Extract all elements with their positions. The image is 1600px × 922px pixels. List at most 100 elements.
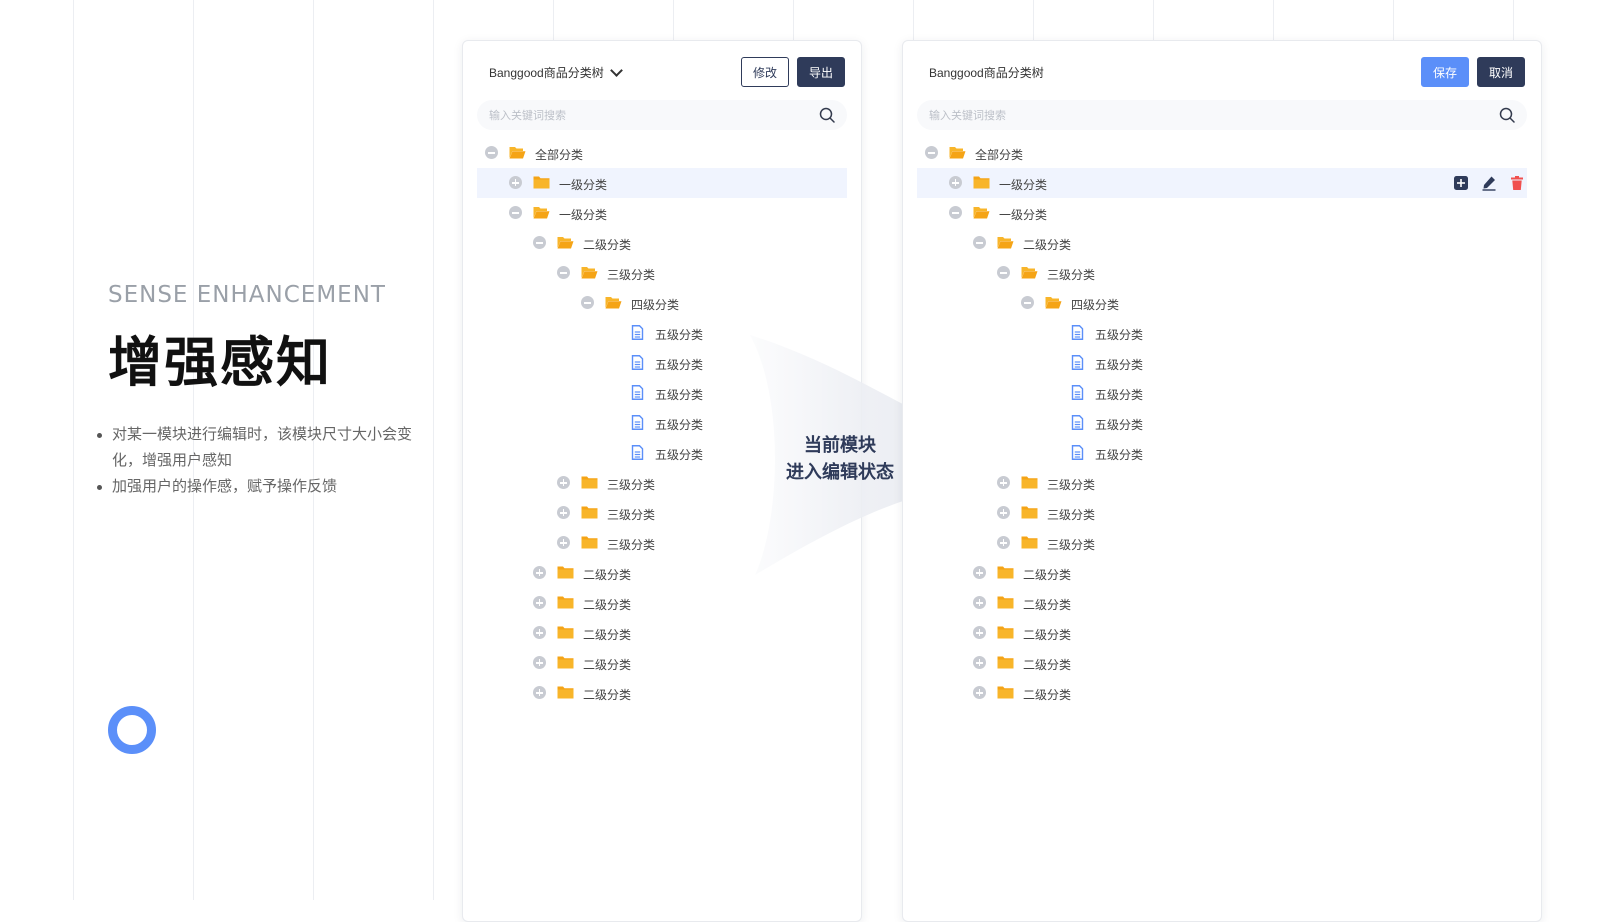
file-icon: [1069, 385, 1086, 400]
tree-row[interactable]: 一级分类: [917, 168, 1527, 198]
expand-icon[interactable]: [533, 686, 546, 699]
tree-row[interactable]: 一级分类: [917, 198, 1527, 228]
search-icon[interactable]: [1499, 107, 1515, 123]
collapse-icon[interactable]: [973, 236, 986, 249]
tree-row[interactable]: 三级分类: [917, 258, 1527, 288]
folder-icon: [557, 655, 574, 670]
expand-icon[interactable]: [973, 626, 986, 639]
tree-row[interactable]: 四级分类: [917, 288, 1527, 318]
tree-row[interactable]: 五级分类: [917, 378, 1527, 408]
tree-row[interactable]: 五级分类: [917, 348, 1527, 378]
expand-icon[interactable]: [533, 566, 546, 579]
category-tree-panel-edit: Banggood商品分类树 保存 取消 输入关键词搜索 全部分类一级分类 一级分类…: [902, 40, 1542, 922]
expand-icon[interactable]: [557, 506, 570, 519]
tree-row[interactable]: 五级分类: [917, 408, 1527, 438]
tree-row-label: 五级分类: [655, 328, 704, 342]
transition-line-2: 进入编辑状态: [786, 462, 894, 482]
bullet-item: 加强用户的操作感，赋予操作反馈: [96, 474, 416, 500]
search-input[interactable]: 输入关键词搜索: [489, 107, 566, 123]
expand-icon[interactable]: [533, 596, 546, 609]
collapse-icon[interactable]: [925, 146, 938, 159]
tree-row-label: 全部分类: [975, 148, 1024, 162]
expand-icon[interactable]: [997, 506, 1010, 519]
tree-row[interactable]: 二级分类: [917, 588, 1527, 618]
tree-row-label: 二级分类: [583, 658, 632, 672]
tree-row[interactable]: 二级分类: [917, 648, 1527, 678]
folder-icon: [973, 175, 990, 190]
collapse-icon[interactable]: [1021, 296, 1034, 309]
expand-icon[interactable]: [509, 176, 522, 189]
delete-icon[interactable]: [1509, 175, 1525, 191]
tree-row[interactable]: 三级分类: [917, 528, 1527, 558]
folder-icon: [557, 625, 574, 640]
search-bar[interactable]: 输入关键词搜索: [917, 100, 1527, 130]
tree-row[interactable]: 一级分类: [477, 198, 847, 228]
tree-row[interactable]: 二级分类: [477, 228, 847, 258]
tree-row[interactable]: 二级分类: [917, 228, 1527, 258]
expand-icon[interactable]: [973, 566, 986, 579]
collapse-icon[interactable]: [509, 206, 522, 219]
folder-open-icon: [1021, 265, 1038, 280]
tree-row-label: 一级分类: [559, 178, 608, 192]
tree-row[interactable]: 二级分类: [477, 588, 847, 618]
tree-row[interactable]: 二级分类: [917, 678, 1527, 708]
search-icon[interactable]: [819, 107, 835, 123]
expand-icon[interactable]: [949, 176, 962, 189]
expand-icon[interactable]: [973, 656, 986, 669]
collapse-icon[interactable]: [581, 296, 594, 309]
tree-row[interactable]: 三级分类: [917, 498, 1527, 528]
tree-row[interactable]: 四级分类: [477, 288, 847, 318]
tree-row[interactable]: 二级分类: [477, 648, 847, 678]
collapse-icon[interactable]: [997, 266, 1010, 279]
collapse-icon[interactable]: [485, 146, 498, 159]
tree-row[interactable]: 二级分类: [477, 678, 847, 708]
folder-icon: [997, 625, 1014, 640]
expand-icon[interactable]: [973, 596, 986, 609]
expand-icon[interactable]: [557, 536, 570, 549]
transition-caption: 当前模块 进入编辑状态: [770, 432, 910, 486]
export-button[interactable]: 导出: [797, 57, 845, 87]
expand-icon[interactable]: [557, 476, 570, 489]
add-icon[interactable]: [1453, 175, 1469, 191]
collapse-icon[interactable]: [557, 266, 570, 279]
tree-row[interactable]: 二级分类: [917, 618, 1527, 648]
tree-row-label: 二级分类: [583, 628, 632, 642]
folder-icon: [581, 505, 598, 520]
tree-row[interactable]: 三级分类: [477, 258, 847, 288]
row-actions: [1453, 175, 1525, 191]
folder-icon: [997, 565, 1014, 580]
collapse-icon[interactable]: [949, 206, 962, 219]
tree-row[interactable]: 全部分类: [917, 138, 1527, 168]
search-bar[interactable]: 输入关键词搜索: [477, 100, 847, 130]
expand-icon[interactable]: [533, 656, 546, 669]
file-icon: [1069, 445, 1086, 460]
tree-row-label: 五级分类: [655, 448, 704, 462]
tree-name: Banggood商品分类树: [929, 66, 1044, 80]
file-icon: [1069, 325, 1086, 340]
save-button[interactable]: 保存: [1421, 57, 1469, 87]
expand-icon[interactable]: [997, 476, 1010, 489]
edit-icon[interactable]: [1481, 175, 1497, 191]
collapse-icon[interactable]: [533, 236, 546, 249]
expand-icon[interactable]: [997, 536, 1010, 549]
expand-icon[interactable]: [973, 686, 986, 699]
ring-decoration: [108, 706, 156, 754]
grid-line: [433, 0, 434, 900]
tree-row[interactable]: 二级分类: [477, 618, 847, 648]
tree-row[interactable]: 二级分类: [917, 558, 1527, 588]
folder-icon: [581, 535, 598, 550]
tree-row-label: 三级分类: [607, 538, 656, 552]
search-input[interactable]: 输入关键词搜索: [929, 107, 1006, 123]
tree-row[interactable]: 五级分类: [917, 318, 1527, 348]
expand-icon[interactable]: [533, 626, 546, 639]
tree-row[interactable]: 一级分类: [477, 168, 847, 198]
tree-row[interactable]: 三级分类: [917, 468, 1527, 498]
tree-row[interactable]: 五级分类: [917, 438, 1527, 468]
tree-row[interactable]: 全部分类: [477, 138, 847, 168]
tree-selector: Banggood商品分类树: [929, 64, 1044, 81]
tree-selector[interactable]: Banggood商品分类树: [489, 64, 623, 81]
cancel-button[interactable]: 取消: [1477, 57, 1525, 87]
tree-row-label: 四级分类: [631, 298, 680, 312]
edit-button[interactable]: 修改: [741, 57, 789, 87]
folder-icon: [557, 595, 574, 610]
